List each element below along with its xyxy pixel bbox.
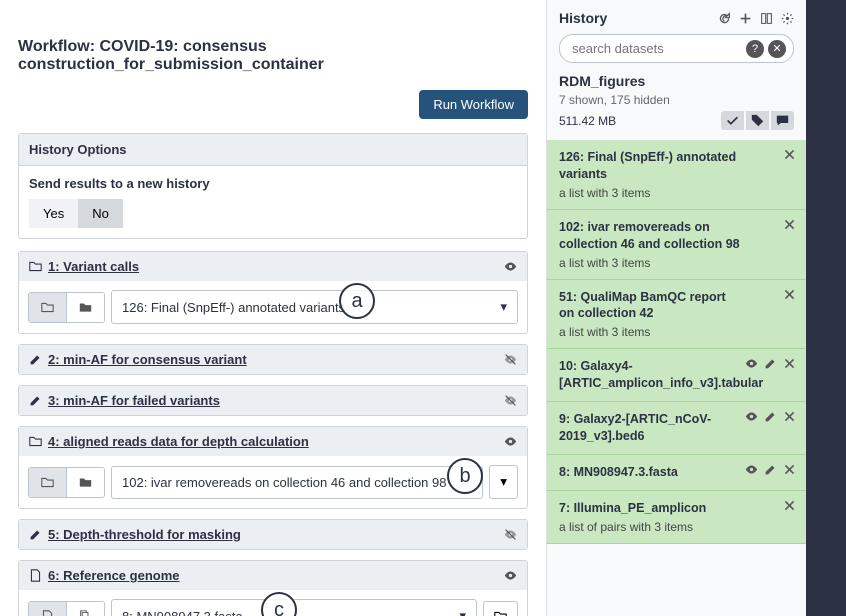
step-5: 5: Depth-threshold for masking bbox=[18, 519, 528, 550]
chevron-down-icon: ▾ bbox=[459, 608, 466, 616]
visible-icon[interactable] bbox=[504, 569, 517, 582]
delete-icon[interactable] bbox=[783, 288, 796, 301]
chevron-down-icon: ▾ bbox=[500, 299, 507, 315]
history-item[interactable]: 102: ivar removereads on collection 46 a… bbox=[547, 210, 806, 280]
delete-icon[interactable] bbox=[783, 218, 796, 231]
step-title[interactable]: 3: min-AF for failed variants bbox=[48, 393, 498, 408]
workflow-main: Workflow: COVID-19: consensus constructi… bbox=[0, 0, 546, 616]
history-list-icon[interactable] bbox=[760, 12, 773, 25]
step-title[interactable]: 6: Reference genome bbox=[48, 568, 498, 583]
history-item[interactable]: 8: MN908947.3.fasta bbox=[547, 455, 806, 491]
history-sidebar: History ? ✕ RDM_figures 7 shown, 175 hid… bbox=[546, 0, 806, 616]
step-title[interactable]: 2: min-AF for consensus variant bbox=[48, 352, 498, 367]
delete-icon[interactable] bbox=[783, 148, 796, 161]
run-workflow-button[interactable]: Run Workflow bbox=[419, 90, 528, 119]
input-mode-group bbox=[28, 292, 105, 323]
hidden-icon[interactable] bbox=[504, 353, 517, 366]
hidden-icon[interactable] bbox=[504, 528, 517, 541]
annotation-icon[interactable] bbox=[771, 111, 794, 130]
step-6: 6: Reference genome 8: MN908947.3.fasta▾… bbox=[18, 560, 528, 616]
history-name[interactable]: RDM_figures bbox=[559, 73, 794, 89]
history-item[interactable]: 7: Illumina_PE_amplicon a list of pairs … bbox=[547, 491, 806, 544]
eye-icon[interactable] bbox=[745, 357, 758, 370]
search-clear-icon[interactable]: ✕ bbox=[768, 40, 786, 58]
history-summary[interactable]: 7 shown, 175 hidden bbox=[559, 93, 794, 107]
pencil-icon bbox=[29, 353, 42, 366]
delete-icon[interactable] bbox=[783, 410, 796, 423]
history-title: History bbox=[559, 10, 607, 26]
delete-icon[interactable] bbox=[783, 499, 796, 512]
item-subtitle: a list with 3 items bbox=[559, 325, 794, 339]
pencil-icon[interactable] bbox=[764, 410, 777, 423]
item-subtitle: a list with 3 items bbox=[559, 256, 794, 270]
history-size: 511.42 MB bbox=[559, 114, 616, 128]
search-help-icon[interactable]: ? bbox=[746, 40, 764, 58]
pencil-icon[interactable] bbox=[764, 463, 777, 476]
history-options-panel: History Options Send results to a new hi… bbox=[18, 133, 528, 239]
send-yes-button[interactable]: Yes bbox=[29, 199, 78, 228]
history-item[interactable]: 126: Final (SnpEff-) annotated variants … bbox=[547, 140, 806, 210]
file-icon bbox=[29, 569, 42, 582]
pencil-icon bbox=[29, 394, 42, 407]
send-no-button[interactable]: No bbox=[78, 199, 123, 228]
folder-icon bbox=[29, 435, 42, 448]
multi-file-button[interactable] bbox=[67, 602, 104, 616]
history-item[interactable]: 10: Galaxy4-[ARTIC_amplicon_info_v3].tab… bbox=[547, 349, 806, 402]
workflow-title: Workflow: COVID-19: consensus constructi… bbox=[18, 38, 528, 74]
folder-mode-button[interactable] bbox=[29, 468, 67, 497]
step-title[interactable]: 1: Variant calls bbox=[48, 259, 498, 274]
visible-icon[interactable] bbox=[504, 435, 517, 448]
select-icon[interactable] bbox=[721, 111, 744, 130]
item-title: 7: Illumina_PE_amplicon bbox=[559, 500, 794, 517]
refresh-icon[interactable] bbox=[718, 12, 731, 25]
folder-solid-button[interactable] bbox=[67, 293, 104, 322]
delete-icon[interactable] bbox=[783, 463, 796, 476]
history-options-header: History Options bbox=[19, 134, 527, 166]
pencil-icon bbox=[29, 528, 42, 541]
dataset-select[interactable]: 126: Final (SnpEff-) annotated variants▾ bbox=[111, 290, 518, 324]
eye-icon[interactable] bbox=[745, 463, 758, 476]
dataset-dropdown-button[interactable]: ▾ bbox=[489, 465, 518, 499]
step-title[interactable]: 5: Depth-threshold for masking bbox=[48, 527, 498, 542]
single-file-button[interactable] bbox=[29, 602, 67, 616]
folder-solid-button[interactable] bbox=[67, 468, 104, 497]
browse-button[interactable] bbox=[483, 601, 518, 616]
tags-icon[interactable] bbox=[746, 111, 769, 130]
step-1: 1: Variant calls 126: Final (SnpEff-) an… bbox=[18, 251, 528, 334]
delete-icon[interactable] bbox=[783, 357, 796, 370]
step-3: 3: min-AF for failed variants bbox=[18, 385, 528, 416]
item-title: 102: ivar removereads on collection 46 a… bbox=[559, 219, 794, 253]
step-title[interactable]: 4: aligned reads data for depth calculat… bbox=[48, 434, 498, 449]
send-results-label: Send results to a new history bbox=[29, 176, 517, 191]
new-history-icon[interactable] bbox=[739, 12, 752, 25]
step-2: 2: min-AF for consensus variant bbox=[18, 344, 528, 375]
input-mode-group bbox=[28, 467, 105, 498]
visible-icon[interactable] bbox=[504, 260, 517, 273]
item-subtitle: a list of pairs with 3 items bbox=[559, 520, 794, 534]
history-item[interactable]: 51: QualiMap BamQC report on collection … bbox=[547, 280, 806, 350]
item-title: 126: Final (SnpEff-) annotated variants bbox=[559, 149, 794, 183]
step-4: 4: aligned reads data for depth calculat… bbox=[18, 426, 528, 509]
item-title: 51: QualiMap BamQC report on collection … bbox=[559, 289, 794, 323]
folder-icon bbox=[29, 260, 42, 273]
history-item[interactable]: 9: Galaxy2-[ARTIC_nCoV-2019_v3].bed6 bbox=[547, 402, 806, 455]
pencil-icon[interactable] bbox=[764, 357, 777, 370]
eye-icon[interactable] bbox=[745, 410, 758, 423]
right-panel-collapsed[interactable] bbox=[806, 0, 846, 616]
dataset-select[interactable]: 102: ivar removereads on collection 46 a… bbox=[111, 466, 483, 499]
dataset-select[interactable]: 8: MN908947.3.fasta▾ bbox=[111, 599, 477, 616]
item-subtitle: a list with 3 items bbox=[559, 186, 794, 200]
folder-mode-button[interactable] bbox=[29, 293, 67, 322]
input-mode-group bbox=[28, 601, 105, 616]
hidden-icon[interactable] bbox=[504, 394, 517, 407]
history-options-icon[interactable] bbox=[781, 12, 794, 25]
